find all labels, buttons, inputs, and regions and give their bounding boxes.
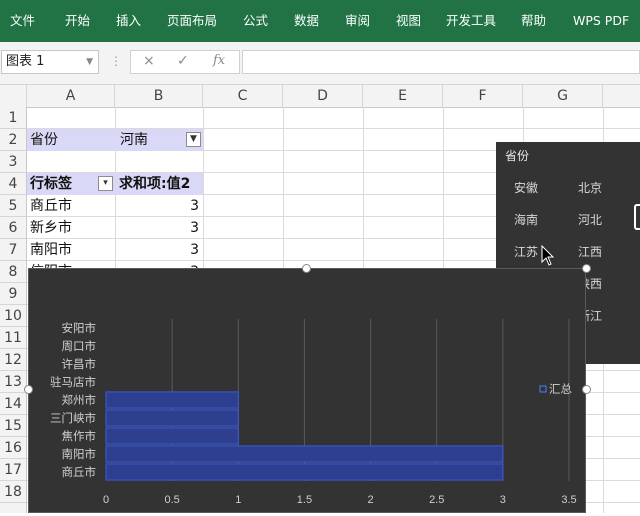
more-options-icon: ⋮ — [110, 54, 122, 68]
tab-insert[interactable]: 插入 — [116, 0, 141, 42]
y-category-label: 许昌市 — [62, 357, 97, 371]
x-tick-label: 1 — [235, 494, 241, 506]
tab-page-layout[interactable]: 页面布局 — [167, 0, 217, 42]
column-header-c[interactable]: C — [203, 85, 283, 107]
slicer-item[interactable]: 北京 — [578, 179, 602, 196]
column-header-b[interactable]: B — [115, 85, 203, 107]
row-header[interactable]: 7 — [0, 239, 26, 261]
tab-home[interactable]: 开始 — [65, 0, 90, 42]
legend-label: 汇总 — [549, 382, 572, 396]
pivot-value[interactable]: 3 — [115, 195, 203, 217]
slicer-item[interactable]: 江苏 — [514, 243, 538, 260]
row-header[interactable]: 9 — [0, 283, 26, 305]
pivot-chart[interactable]: 0 0.5 1 1.5 2 2.5 3 3.5 安阳市周口市许昌市驻马店市郑州市三门峡市焦作市南… — [28, 268, 586, 513]
slicer-title: 省份 — [505, 149, 530, 163]
row-header[interactable]: 8 — [0, 261, 26, 283]
tab-developer[interactable]: 开发工具 — [446, 0, 496, 42]
row-headers: 1 2 3 4 5 6 7 8 9 10 11 12 13 14 15 16 1… — [0, 107, 27, 513]
bar — [105, 427, 239, 445]
y-category-label: 周口市 — [62, 339, 97, 353]
tab-view[interactable]: 视图 — [396, 0, 421, 42]
x-tick-label: 2 — [368, 494, 374, 506]
bar — [105, 463, 504, 481]
bar — [105, 409, 239, 427]
pivot-filter-label[interactable]: 省份 — [27, 129, 115, 151]
row-header[interactable]: 13 — [0, 371, 26, 393]
formula-buttons: × ✓ fx — [130, 50, 240, 74]
y-category-label: 安阳市 — [62, 321, 97, 335]
select-all-corner[interactable] — [0, 85, 27, 107]
tab-formulas[interactable]: 公式 — [243, 0, 268, 42]
pivot-row-label[interactable]: 商丘市 — [27, 195, 115, 217]
slicer-item[interactable]: 安徽 — [514, 179, 538, 196]
resize-handle-top-right[interactable] — [582, 264, 591, 273]
x-tick-label: 3 — [500, 494, 506, 506]
x-tick-label: 3.5 — [561, 494, 576, 506]
column-header-a[interactable]: A — [27, 85, 115, 107]
name-box-value: 图表 1 — [6, 54, 45, 69]
y-category-label: 南阳市 — [62, 447, 97, 461]
row-header[interactable]: 5 — [0, 195, 26, 217]
y-category-label: 三门峡市 — [50, 411, 96, 425]
slicer-resize-handle[interactable] — [634, 204, 640, 230]
sort-filter-icon[interactable]: ▾ — [98, 176, 113, 191]
pivot-value[interactable]: 3 — [115, 239, 203, 261]
column-header-d[interactable]: D — [283, 85, 363, 107]
pivot-value-header[interactable]: 求和项:值2 — [115, 173, 203, 195]
row-header[interactable]: 15 — [0, 415, 26, 437]
tab-data[interactable]: 数据 — [294, 0, 319, 42]
chevron-down-icon[interactable]: ▼ — [86, 51, 93, 73]
row-header[interactable]: 3 — [0, 151, 26, 173]
mouse-cursor-icon — [541, 245, 555, 266]
x-tick-label: 0 — [103, 494, 109, 506]
slicer-item[interactable]: 海南 — [514, 211, 538, 228]
y-category-label: 焦作市 — [62, 429, 97, 443]
filter-icon[interactable]: ▼ — [186, 132, 201, 147]
x-tick-label: 1.5 — [297, 494, 312, 506]
resize-handle-top[interactable] — [302, 264, 311, 273]
insert-function-icon[interactable]: fx — [213, 53, 225, 68]
formula-input[interactable] — [242, 50, 640, 74]
resize-handle-left[interactable] — [24, 385, 33, 394]
ribbon: 文件 开始 插入 页面布局 公式 数据 审阅 视图 开发工具 帮助 WPS PD… — [0, 0, 640, 42]
column-header-f[interactable]: F — [443, 85, 523, 107]
tab-review[interactable]: 审阅 — [345, 0, 370, 42]
y-category-label: 驻马店市 — [50, 375, 96, 389]
row-header[interactable]: 18 — [0, 481, 26, 503]
pivot-row-label[interactable]: 南阳市 — [27, 239, 115, 261]
column-header-g[interactable]: G — [523, 85, 603, 107]
y-category-label: 商丘市 — [62, 465, 97, 479]
bar — [105, 391, 239, 409]
column-headers: A B C D E F G — [0, 85, 640, 108]
row-header[interactable]: 4 — [0, 173, 26, 195]
slicer-item[interactable]: 江西 — [578, 243, 602, 260]
bar — [105, 445, 504, 463]
pivot-row-label[interactable]: 新乡市 — [27, 217, 115, 239]
chart-canvas: 0 0.5 1 1.5 2 2.5 3 3.5 安阳市周口市许昌市驻马店市郑州市三门峡市焦作市南… — [50, 319, 577, 506]
row-header[interactable]: 10 — [0, 305, 26, 327]
row-header[interactable]: 14 — [0, 393, 26, 415]
x-tick-label: 0.5 — [164, 494, 179, 506]
enter-icon[interactable]: ✓ — [177, 53, 189, 69]
tab-file[interactable]: 文件 — [10, 0, 35, 42]
row-header[interactable]: 16 — [0, 437, 26, 459]
tab-help[interactable]: 帮助 — [521, 0, 546, 42]
row-header[interactable]: 1 — [0, 107, 26, 129]
row-header[interactable]: 11 — [0, 327, 26, 349]
x-tick-label: 2.5 — [429, 494, 444, 506]
row-header[interactable]: 2 — [0, 129, 26, 151]
resize-handle-right[interactable] — [582, 385, 591, 394]
row-header[interactable]: 12 — [0, 349, 26, 371]
slicer-item[interactable]: 河北 — [578, 211, 602, 228]
cancel-icon[interactable]: × — [143, 53, 155, 69]
column-header-e[interactable]: E — [363, 85, 443, 107]
row-header[interactable]: 6 — [0, 217, 26, 239]
legend-swatch — [539, 385, 547, 393]
pivot-value[interactable]: 3 — [115, 217, 203, 239]
tab-wps-pdf[interactable]: WPS PDF — [573, 0, 629, 42]
name-box[interactable]: 图表 1 ▼ — [1, 50, 99, 74]
row-header[interactable]: 17 — [0, 459, 26, 481]
y-category-label: 郑州市 — [62, 393, 97, 407]
formula-bar: 图表 1 ▼ ⋮ × ✓ fx — [0, 42, 640, 85]
